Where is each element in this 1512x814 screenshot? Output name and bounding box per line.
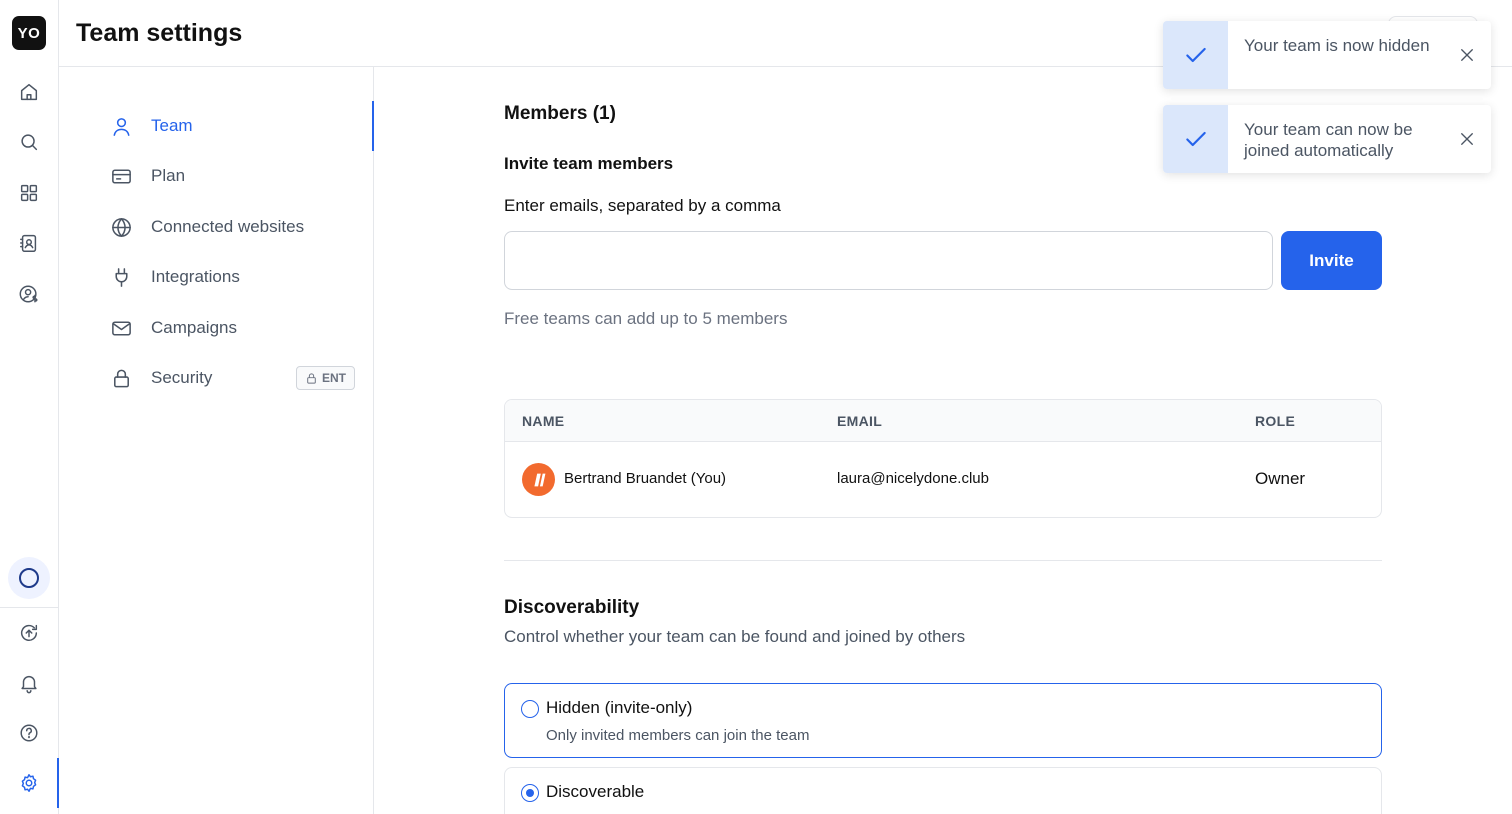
nav-item-team[interactable]: Team (109, 106, 374, 146)
invite-email-input[interactable] (504, 231, 1273, 290)
nav-item-label: Security (151, 368, 213, 387)
settings-nav: Team Plan Connected websites Integration… (59, 67, 374, 814)
option-hidden[interactable]: Hidden (invite-only) Only invited member… (504, 683, 1382, 758)
nav-item-security[interactable]: Security ENT (109, 358, 374, 398)
help-icon[interactable] (14, 718, 44, 748)
check-icon (1163, 105, 1228, 173)
bell-icon[interactable] (14, 668, 44, 698)
column-header-name[interactable]: NAME (522, 413, 564, 429)
globe-icon (109, 215, 133, 239)
invite-title: Invite team members (504, 154, 674, 173)
nav-item-campaigns[interactable]: Campaigns (109, 308, 374, 348)
section-divider (504, 560, 1382, 561)
mail-icon (109, 316, 133, 340)
nav-item-label: Integrations (151, 267, 240, 286)
contacts-icon[interactable] (14, 228, 44, 258)
members-table: NAME EMAIL ROLE Bertrand Bruandet (You) … (504, 399, 1382, 518)
nav-item-label: Plan (151, 166, 186, 185)
app-rail: YO (0, 0, 59, 814)
members-title: Members (1) (504, 103, 616, 124)
close-icon[interactable] (1455, 127, 1479, 151)
discoverability-title: Discoverability (504, 597, 640, 618)
ent-badge: ENT (296, 366, 355, 390)
toast-message: Your team can now be joined automaticall… (1244, 120, 1413, 160)
search-icon[interactable] (14, 127, 44, 157)
lock-icon (307, 372, 316, 384)
discoverability-subtitle: Control whether your team can be found a… (504, 627, 966, 646)
user-icon (109, 114, 133, 138)
avatar-logo-icon (533, 473, 545, 486)
nav-active-indicator (372, 101, 374, 151)
option-discoverable[interactable]: Discoverable (504, 767, 1382, 814)
nav-item-connected-websites[interactable]: Connected websites (109, 207, 374, 247)
upload-icon[interactable] (14, 618, 44, 648)
radio-discoverable[interactable] (521, 784, 539, 802)
invite-button[interactable]: Invite (1281, 231, 1382, 290)
option-label: Hidden (invite-only) (546, 698, 693, 717)
table-row[interactable]: Bertrand Bruandet (You) laura@nicelydone… (505, 442, 1381, 517)
close-icon[interactable] (1455, 43, 1479, 67)
option-label: Discoverable (546, 782, 645, 801)
member-limit-note: Free teams can add up to 5 members (504, 309, 788, 328)
home-icon[interactable] (14, 77, 44, 107)
nav-item-label: Connected websites (151, 217, 305, 236)
emails-label: Enter emails, separated by a comma (504, 196, 781, 215)
table-header: NAME EMAIL ROLE (505, 400, 1381, 442)
radio-hidden[interactable] (521, 700, 539, 718)
card-icon (109, 164, 133, 188)
nav-item-label: Campaigns (151, 318, 237, 337)
page-title: Team settings (76, 19, 243, 47)
toast-notification: Your team is now hidden (1163, 21, 1491, 89)
app-logo[interactable]: YO (12, 16, 46, 50)
grid-icon[interactable] (14, 178, 44, 208)
column-header-role[interactable]: ROLE (1255, 413, 1295, 429)
billing-user-icon[interactable] (14, 279, 44, 309)
nav-item-plan[interactable]: Plan (109, 156, 374, 196)
member-name: Bertrand Bruandet (You) (564, 470, 727, 487)
nav-item-label: Team (151, 116, 193, 135)
member-role[interactable]: Owner (1255, 469, 1305, 489)
check-icon (1163, 21, 1228, 89)
ent-badge-label: ENT (322, 371, 346, 385)
column-header-email[interactable]: EMAIL (837, 413, 882, 429)
plug-icon (109, 265, 133, 289)
option-description: Only invited members can join the team (546, 727, 810, 744)
avatar (522, 463, 555, 496)
nav-item-integrations[interactable]: Integrations (109, 257, 374, 297)
toast-notification: Your team can now be joined automaticall… (1163, 105, 1491, 173)
member-email: laura@nicelydone.club (837, 470, 989, 487)
status-indicator[interactable] (8, 557, 50, 599)
settings-icon[interactable] (14, 768, 44, 798)
toast-message: Your team is now hidden (1244, 36, 1430, 55)
lock-icon (109, 366, 133, 390)
rail-divider (0, 607, 58, 608)
